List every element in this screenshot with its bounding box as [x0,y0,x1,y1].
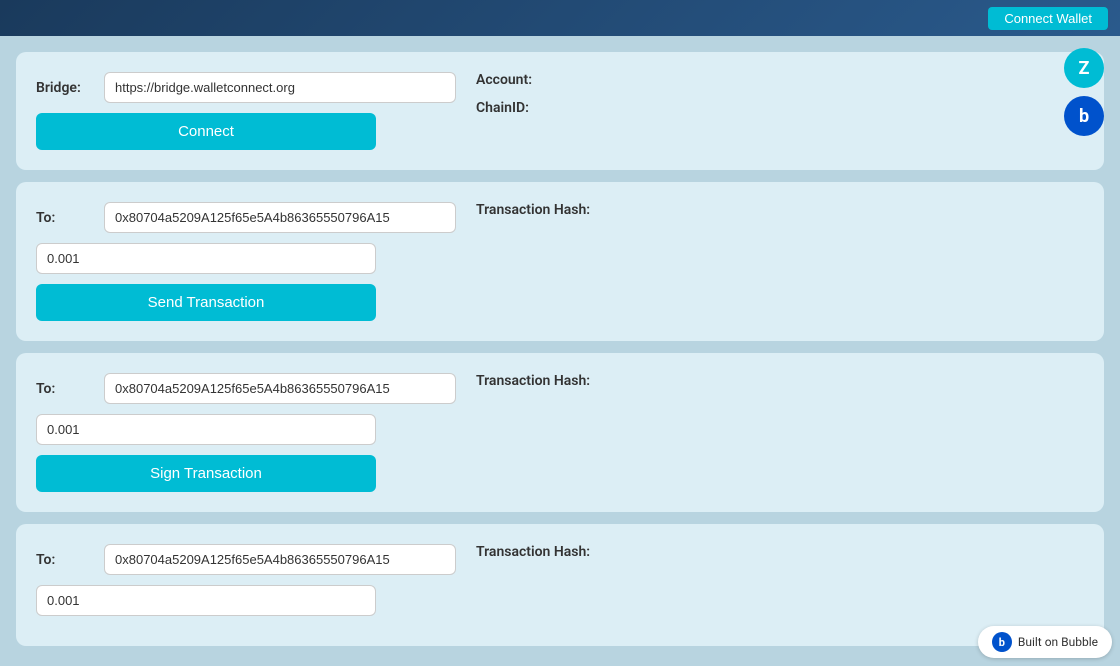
send-transaction-button[interactable]: Send Transaction [36,284,376,321]
sign-to-input[interactable] [104,373,456,404]
send-transaction-card: To: Send Transaction Transaction Hash: [16,182,1104,341]
sign-to-field-row: To: [36,373,456,404]
chainid-label: ChainID: [476,100,529,116]
send-card-right: Transaction Hash: [476,202,1084,321]
third-card-right: Transaction Hash: [476,544,1084,626]
send-to-field-row: To: [36,202,456,233]
sign-card-left: To: Sign Transaction [36,373,456,492]
z-icon[interactable]: Z [1064,48,1104,88]
third-card: To: Transaction Hash: [16,524,1104,646]
sign-transaction-card: To: Sign Transaction Transaction Hash: [16,353,1104,512]
third-hash-row: Transaction Hash: [476,544,1084,566]
third-hash-label: Transaction Hash: [476,544,590,560]
third-amount-input[interactable] [36,585,376,616]
bridge-card: Bridge: Connect Account: ChainID: [16,52,1104,170]
send-to-input[interactable] [104,202,456,233]
sign-card-right: Transaction Hash: [476,373,1084,492]
account-label: Account: [476,72,532,88]
bridge-field-row: Bridge: [36,72,456,103]
send-card-left: To: Send Transaction [36,202,456,321]
sign-hash-row: Transaction Hash: [476,373,1084,395]
bubble-icon: b [992,632,1012,652]
send-hash-row: Transaction Hash: [476,202,1084,224]
third-card-left: To: [36,544,456,626]
sign-transaction-button[interactable]: Sign Transaction [36,455,376,492]
sign-hash-label: Transaction Hash: [476,373,590,389]
third-to-label: To: [36,552,96,568]
bridge-label: Bridge: [36,80,96,96]
sign-amount-input[interactable] [36,414,376,445]
chainid-row: ChainID: [476,100,1084,122]
connect-wallet-button[interactable]: Connect Wallet [988,7,1108,30]
sign-to-label: To: [36,381,96,397]
account-row: Account: [476,72,1084,94]
header-bar: Connect Wallet [0,0,1120,36]
bridge-card-right: Account: ChainID: [476,72,1084,150]
send-amount-input[interactable] [36,243,376,274]
bridge-input[interactable] [104,72,456,103]
main-content: Bridge: Connect Account: ChainID: To: Se… [0,36,1120,662]
third-to-input[interactable] [104,544,456,575]
b-icon[interactable]: b [1064,96,1104,136]
connect-button[interactable]: Connect [36,113,376,150]
third-to-field-row: To: [36,544,456,575]
send-hash-label: Transaction Hash: [476,202,590,218]
built-on-bubble-text: Built on Bubble [1018,635,1098,649]
send-to-label: To: [36,210,96,226]
bridge-card-left: Bridge: Connect [36,72,456,150]
built-on-bubble-badge[interactable]: b Built on Bubble [978,626,1112,658]
